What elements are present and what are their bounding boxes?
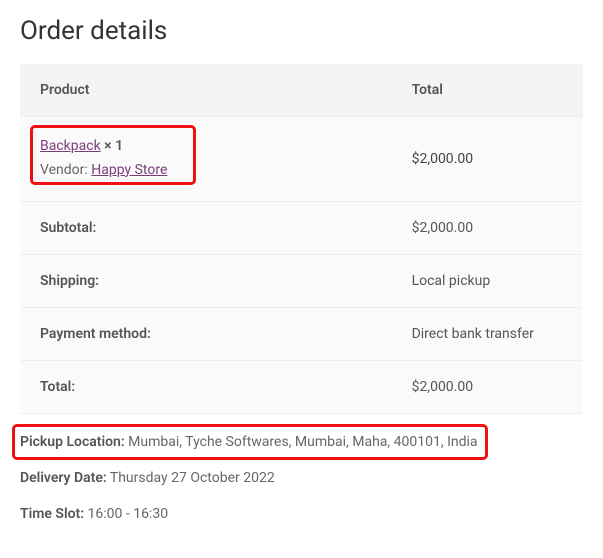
table-row: Total: $2,000.00 [20, 360, 583, 413]
order-details-table: Product Total Backpack × 1 Vendor: Happy… [20, 64, 583, 414]
product-cell: Backpack × 1 Vendor: Happy Store [20, 117, 392, 202]
delivery-date: Delivery Date: Thursday 27 October 2022 [20, 470, 583, 486]
vendor-label: Vendor: [40, 162, 91, 178]
table-row: Subtotal: $2,000.00 [20, 201, 583, 254]
shipping-value: Local pickup [392, 254, 583, 307]
qty-sep: × [101, 138, 115, 154]
timeslot-value: 16:00 - 16:30 [84, 506, 168, 522]
table-row: Payment method: Direct bank transfer [20, 307, 583, 360]
table-row: Backpack × 1 Vendor: Happy Store $2,000.… [20, 117, 583, 202]
subtotal-value: $2,000.00 [392, 201, 583, 254]
total-label: Total: [20, 360, 392, 413]
product-qty: 1 [115, 138, 123, 154]
shipping-label: Shipping: [20, 254, 392, 307]
header-total: Total [392, 64, 583, 117]
payment-label: Payment method: [20, 307, 392, 360]
payment-value: Direct bank transfer [392, 307, 583, 360]
product-link[interactable]: Backpack [40, 138, 101, 154]
pickup-location: Pickup Location: Mumbai, Tyche Softwares… [20, 434, 583, 450]
subtotal-label: Subtotal: [20, 201, 392, 254]
header-product: Product [20, 64, 392, 117]
vendor-link[interactable]: Happy Store [91, 162, 167, 178]
table-row: Shipping: Local pickup [20, 254, 583, 307]
delivery-value: Thursday 27 October 2022 [107, 470, 275, 486]
page-title: Order details [20, 16, 583, 46]
timeslot-label: Time Slot: [20, 506, 84, 522]
line-total: $2,000.00 [392, 117, 583, 202]
order-meta: Pickup Location: Mumbai, Tyche Softwares… [20, 434, 583, 522]
pickup-value: Mumbai, Tyche Softwares, Mumbai, Maha, 4… [125, 434, 478, 450]
delivery-label: Delivery Date: [20, 470, 107, 486]
time-slot: Time Slot: 16:00 - 16:30 [20, 506, 583, 522]
pickup-label: Pickup Location: [20, 434, 125, 450]
total-value: $2,000.00 [392, 360, 583, 413]
